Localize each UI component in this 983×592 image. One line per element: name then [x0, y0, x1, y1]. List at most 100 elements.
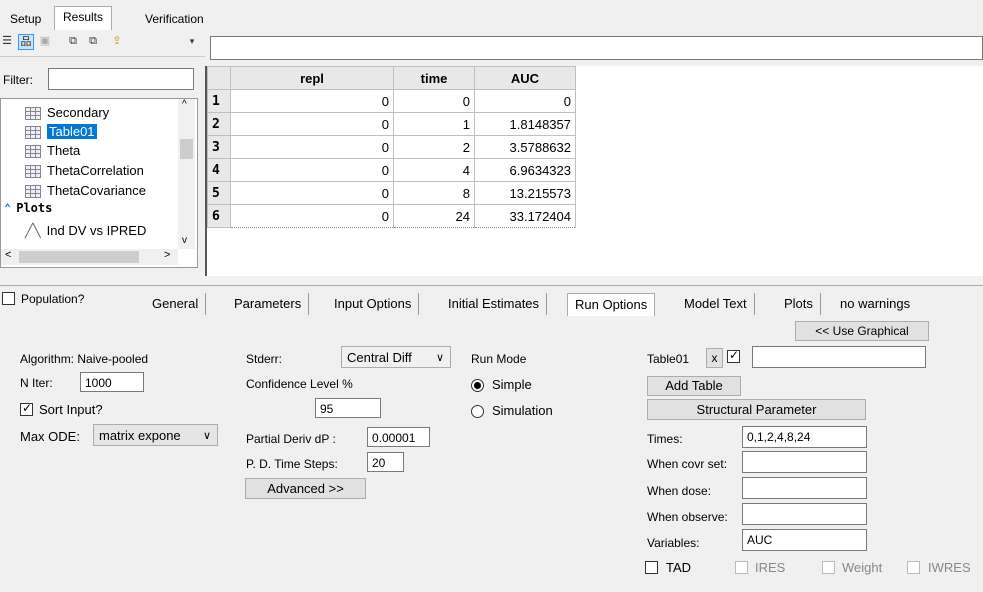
table-cell[interactable]: 0 — [474, 89, 576, 113]
partial-deriv-input[interactable]: 0.00001 — [367, 427, 430, 447]
ires-label: IRES — [755, 560, 786, 575]
bottom-tab-initial-estimates[interactable]: Initial Estimates — [441, 293, 548, 315]
table-row[interactable]: 4 0 4 6.9634323 — [207, 158, 576, 182]
weight-checkbox[interactable] — [822, 561, 835, 574]
tree-item-plot[interactable]: ╱╲ Ind DV vs IPRED — [25, 221, 146, 240]
use-graphical-button[interactable]: << Use Graphical — [795, 321, 929, 341]
variables-input[interactable]: AUC — [742, 529, 867, 551]
bottom-tab-run-options[interactable]: Run Options — [567, 293, 656, 316]
toolbar-more-icon[interactable]: ▾ — [185, 34, 199, 48]
population-checkbox[interactable] — [2, 292, 15, 305]
table-cell[interactable]: 6.9634323 — [474, 158, 576, 182]
scroll-thumb[interactable] — [180, 139, 193, 159]
column-header[interactable]: AUC — [474, 66, 576, 90]
scroll-down-icon[interactable]: v — [182, 235, 187, 246]
table-icon — [25, 107, 41, 121]
table-cell[interactable]: 0 — [230, 181, 394, 205]
image-icon[interactable]: ▣ — [38, 34, 52, 48]
table-cell[interactable]: 3.5788632 — [474, 135, 576, 159]
structural-parameter-button[interactable]: Structural Parameter — [647, 399, 866, 420]
bottom-tab-model-text[interactable]: Model Text — [677, 293, 755, 315]
advanced-button[interactable]: Advanced >> — [245, 478, 366, 499]
filter-input[interactable] — [48, 68, 194, 90]
table-cell[interactable]: 1.8148357 — [474, 112, 576, 136]
run-mode-simple-radio[interactable] — [471, 379, 484, 392]
n-iter-input[interactable]: 1000 — [80, 372, 144, 392]
column-header[interactable]: repl — [230, 66, 394, 90]
table-cell[interactable]: 0 — [230, 135, 394, 159]
pd-time-steps-input[interactable]: 20 — [367, 452, 404, 472]
table-cell[interactable]: 4 — [393, 158, 475, 182]
table-cell[interactable]: 1 — [393, 112, 475, 136]
tree-item-thetacovariance[interactable]: ThetaCovariance — [25, 181, 146, 200]
table-cell[interactable]: 0 — [230, 204, 394, 228]
confidence-input[interactable]: 95 — [315, 398, 381, 418]
bottom-tab-no-warnings[interactable]: no warnings — [833, 293, 917, 315]
table-checkbox[interactable]: ✓ — [727, 348, 740, 363]
ires-checkbox[interactable] — [735, 561, 748, 574]
export-icon[interactable]: ⇪ — [110, 34, 124, 48]
remove-table-button[interactable]: x — [706, 348, 723, 368]
tree-item-thetacorrelation[interactable]: ThetaCorrelation — [25, 161, 144, 180]
when-observe-label: When observe: — [647, 510, 728, 524]
table-cell[interactable]: 2 — [393, 135, 475, 159]
when-covr-input[interactable] — [742, 451, 867, 473]
weight-label: Weight — [842, 560, 883, 575]
hscroll-thumb[interactable] — [19, 251, 139, 263]
scroll-up-icon[interactable]: ^ — [182, 99, 187, 110]
run-mode-simulation-radio[interactable] — [471, 405, 484, 418]
column-header[interactable]: time — [393, 66, 475, 90]
when-dose-input[interactable] — [742, 477, 867, 499]
table-cell[interactable]: 0 — [230, 158, 394, 182]
variables-label: Variables: — [647, 536, 700, 550]
table-cell[interactable]: 24 — [393, 204, 475, 228]
list-view-icon[interactable]: ☰ — [0, 34, 14, 48]
table-cell[interactable]: 33.172404 — [474, 204, 576, 228]
table-cell[interactable]: 0 — [393, 89, 475, 113]
max-ode-select[interactable]: matrix expone ∨ — [93, 424, 218, 446]
bottom-tab-general[interactable]: General — [145, 293, 207, 315]
paste-icon[interactable]: ⧉ — [86, 34, 100, 48]
sort-input-checkbox[interactable]: ✓ — [20, 401, 33, 416]
copy-icon[interactable]: ⧉ — [66, 34, 80, 48]
confidence-label: Confidence Level % — [246, 377, 353, 391]
tad-checkbox[interactable] — [645, 561, 658, 574]
table-cell[interactable]: 13.215573 — [474, 181, 576, 205]
stderr-select[interactable]: Central Diff ∨ — [341, 346, 451, 368]
bottom-tab-plots[interactable]: Plots — [777, 293, 821, 315]
tab-setup[interactable]: Setup — [2, 8, 49, 30]
tree-horizontal-scrollbar[interactable]: < > — [1, 249, 178, 265]
tree-group-plots[interactable]: ⌃ Plots — [4, 199, 52, 218]
table-cell[interactable]: 0 — [230, 89, 394, 113]
add-table-button[interactable]: Add Table — [647, 376, 741, 396]
table-cell[interactable]: 8 — [393, 181, 475, 205]
path-field[interactable] — [210, 36, 983, 60]
tree-vertical-scrollbar[interactable]: ^ v — [178, 99, 195, 249]
tree-item-table01[interactable]: Table01 — [25, 122, 97, 141]
tree-view-icon[interactable]: 品 — [18, 34, 34, 50]
tree-item-secondary[interactable]: Secondary — [25, 103, 109, 122]
iwres-checkbox[interactable] — [907, 561, 920, 574]
bottom-tab-input-options[interactable]: Input Options — [327, 293, 420, 315]
table-file-input[interactable] — [752, 346, 926, 368]
table-row[interactable]: 1000 — [207, 89, 576, 113]
table-row[interactable]: 3 0 2 3.5788632 — [207, 135, 576, 159]
bottom-tab-parameters[interactable]: Parameters — [227, 293, 310, 315]
scroll-left-icon[interactable]: < — [5, 249, 11, 261]
table-cell[interactable]: 0 — [230, 112, 394, 136]
scroll-right-icon[interactable]: > — [164, 249, 170, 261]
table-row[interactable]: 2 0 1 1.8148357 — [207, 112, 576, 136]
table-icon — [25, 145, 41, 159]
table-row[interactable]: 6 0 24 33.172404 — [207, 204, 576, 228]
table-row[interactable]: 5 0 8 13.215573 — [207, 181, 576, 205]
run-mode-label: Run Mode — [471, 352, 527, 366]
tree-item-theta[interactable]: Theta — [25, 141, 80, 160]
times-input[interactable]: 0,1,2,4,8,24 — [742, 426, 867, 448]
algorithm-label: Algorithm: Naive-pooled — [20, 352, 149, 366]
times-label: Times: — [647, 432, 683, 446]
population-label: Population? — [21, 292, 85, 306]
tab-results[interactable]: Results — [54, 6, 113, 31]
tab-verification[interactable]: Verification — [137, 8, 212, 30]
when-observe-input[interactable] — [742, 503, 867, 525]
plot-icon: ╱╲ — [25, 223, 41, 238]
